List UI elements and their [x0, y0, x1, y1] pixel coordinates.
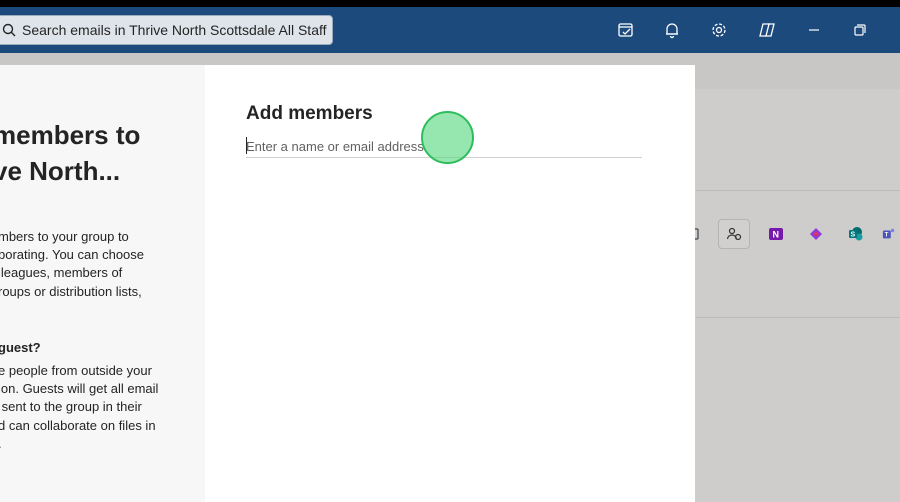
click-indicator: [421, 111, 474, 164]
teams-icon: T: [882, 220, 896, 248]
gear-icon[interactable]: [708, 19, 730, 41]
search-text: Search emails in Thrive North Scottsdale…: [22, 22, 327, 38]
guest-heading: guest?: [0, 340, 41, 355]
info-title-line: ve North...: [0, 156, 121, 186]
info-title: members to ve North...: [0, 117, 205, 189]
svg-text:S: S: [851, 232, 856, 239]
background-divider: [696, 190, 900, 191]
loop-icon: [802, 220, 830, 248]
people-settings-icon: [718, 219, 750, 249]
guest-description-line: ion. Guests will get all email: [0, 381, 159, 397]
onenote-icon: N: [762, 220, 790, 248]
svg-text:N: N: [773, 230, 780, 240]
svg-text:T: T: [885, 232, 889, 239]
guest-description-line: .: [0, 435, 205, 453]
guest-description-line: e people from outside your: [0, 363, 152, 378]
text-caret: [246, 137, 247, 154]
search-icon: [1, 22, 17, 38]
background-app-row: N S T: [688, 219, 896, 249]
guest-description-line: sent to the group in their: [0, 399, 142, 415]
add-members-dialog: members to ve North... mbers to your gro…: [0, 65, 695, 502]
dialog-info-panel: members to ve North... mbers to your gro…: [0, 65, 205, 502]
bell-icon[interactable]: [661, 19, 683, 41]
todo-icon[interactable]: [615, 19, 637, 41]
guest-description-line: d can collaborate on files in: [0, 417, 156, 433]
info-description-line: mbers to your group to: [0, 229, 129, 244]
minimize-icon[interactable]: [803, 19, 825, 41]
info-description-line: lleagues, members of: [0, 265, 123, 281]
add-members-title: Add members: [246, 103, 373, 124]
background-divider: [696, 317, 900, 318]
window-top-edge: [0, 0, 900, 7]
search-box[interactable]: Search emails in Thrive North Scottsdale…: [0, 15, 333, 45]
info-description-line: borating. You can choose: [0, 247, 145, 263]
info-description: mbers to your group to borating. You can…: [0, 228, 205, 301]
copilot-icon[interactable]: [756, 19, 778, 41]
info-title-line: members to: [0, 120, 141, 150]
info-description-line: roups or distribution lists,: [0, 283, 142, 299]
title-bar: Search emails in Thrive North Scottsdale…: [0, 7, 900, 53]
sharepoint-icon: S: [842, 220, 870, 248]
restore-icon[interactable]: [849, 19, 871, 41]
guest-description: e people from outside your ion. Guests w…: [0, 362, 205, 453]
